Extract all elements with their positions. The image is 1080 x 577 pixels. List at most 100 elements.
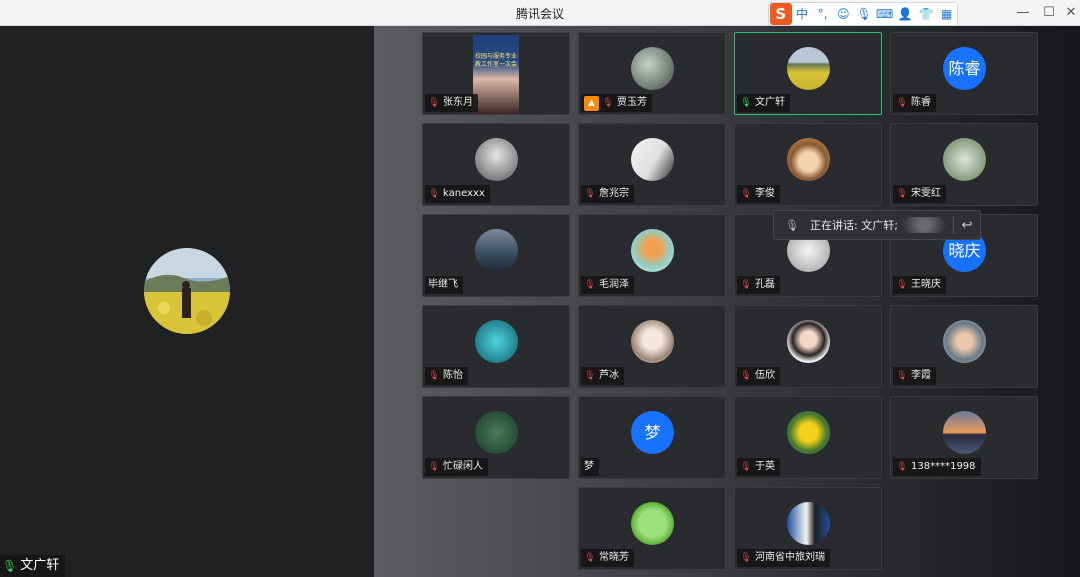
participant-name: 王晓庆 — [911, 279, 941, 290]
participant-avatar — [787, 411, 830, 454]
participant-tile[interactable]: 🎙 忙碌闲人 — [422, 396, 570, 479]
participant-name: 文广轩 — [755, 97, 785, 108]
participant-video: 校园与服务专业 教工作室一次会 — [473, 35, 519, 114]
mic-muted-icon: 🎙 — [428, 189, 440, 199]
participant-avatar — [943, 411, 986, 454]
participant-name-tag: 🎙 文广轩 — [737, 94, 790, 112]
participant-name: 芦冰 — [599, 370, 619, 381]
ime-toolbar: S 中 °, ☺ 🎙 ⌨ 👤 👕 ▦ — [768, 2, 958, 26]
participant-tile[interactable]: 🎙 詹兆宗 — [578, 123, 726, 206]
mic-muted-icon: 🎙 — [740, 280, 752, 290]
speaking-text: 正在讲话: 文广轩; — [810, 219, 898, 232]
participant-avatar — [475, 411, 518, 454]
speaking-tooltip: 🎙 正在讲话: 文广轩; ↩ — [773, 210, 981, 240]
participant-tile-active[interactable]: 🎙 文广轩 — [734, 32, 882, 115]
participant-tile[interactable]: 🎙 伍欣 — [734, 305, 882, 388]
participant-tile[interactable]: 🎙 138****1998 — [890, 396, 1038, 479]
participant-avatar — [475, 320, 518, 363]
maximize-icon[interactable]: ☐ — [1038, 3, 1060, 23]
punctuation-icon[interactable]: °, — [812, 4, 833, 24]
mic-muted-icon: 🎙 — [602, 98, 614, 108]
participant-name-tag: ▲ 🎙 贾玉芳 — [581, 94, 652, 112]
participant-name-tag: 梦 — [581, 458, 599, 476]
participant-avatar — [787, 47, 830, 90]
participant-tile[interactable]: 梦 梦 — [578, 396, 726, 479]
mic-muted-icon: 🎙 — [785, 218, 799, 232]
participant-name: 梦 — [584, 461, 594, 472]
mic-muted-icon: 🎙 — [584, 371, 596, 381]
participant-tile[interactable]: 🎙 kanexxx — [422, 123, 570, 206]
mic-muted-icon: 🎙 — [896, 280, 908, 290]
participant-name-tag: 🎙 詹兆宗 — [581, 185, 634, 203]
participant-name-tag: 🎙 于英 — [737, 458, 780, 476]
participant-avatar — [631, 502, 674, 545]
mic-on-icon: 🎙 — [740, 98, 752, 108]
participant-gallery: 校园与服务专业 教工作室一次会 🎙 张东月 ▲ 🎙 贾玉芳 🎙 文广轩 陈睿 🎙 陈睿 🎙… — [374, 26, 1080, 577]
participant-tile[interactable]: 🎙 芦冰 — [578, 305, 726, 388]
keyboard-icon[interactable]: ⌨ — [874, 4, 895, 24]
participant-tile[interactable]: ▲ 🎙 贾玉芳 — [578, 32, 726, 115]
speaker-name: 文广轩 — [20, 558, 60, 573]
participant-avatar — [631, 47, 674, 90]
participant-tile[interactable]: 🎙 毛润泽 — [578, 214, 726, 297]
participant-name: 138****1998 — [911, 461, 976, 472]
mic-on-icon: 🎙 — [2, 559, 18, 573]
participant-avatar — [475, 229, 518, 272]
emoji-icon[interactable]: ☺ — [833, 4, 854, 24]
participant-name: 宋雯红 — [911, 188, 941, 199]
participant-avatar — [631, 320, 674, 363]
participant-name: 李霞 — [911, 370, 931, 381]
participant-tile[interactable]: 🎙 于英 — [734, 396, 882, 479]
participant-tile[interactable]: 🎙 李霞 — [890, 305, 1038, 388]
participant-name: 伍欣 — [755, 370, 775, 381]
participant-tile[interactable]: 🎙 宋雯红 — [890, 123, 1038, 206]
mic-muted-icon: 🎙 — [584, 553, 596, 563]
skin-icon[interactable]: 👕 — [916, 4, 937, 24]
speaker-name-tag: 🎙 文广轩 — [0, 555, 66, 577]
participant-avatar — [787, 502, 830, 545]
participant-tile[interactable]: 毕继飞 — [422, 214, 570, 297]
participant-avatar: 陈睿 — [943, 47, 986, 90]
mic-muted-icon: 🎙 — [740, 371, 752, 381]
participant-name-tag: 🎙 忙碌闲人 — [425, 458, 488, 476]
close-icon[interactable]: ✕ — [1060, 3, 1080, 23]
participant-tile[interactable]: 陈睿 🎙 陈睿 — [890, 32, 1038, 115]
participant-tile[interactable]: 校园与服务专业 教工作室一次会 🎙 张东月 — [422, 32, 570, 115]
mic-muted-icon: 🎙 — [896, 371, 908, 381]
participant-name-tag: 🎙 王晓庆 — [893, 276, 946, 294]
participant-name: 毛润泽 — [599, 279, 629, 290]
participant-name-tag: 🎙 陈怡 — [425, 367, 468, 385]
participant-avatar — [787, 138, 830, 181]
speaker-avatar — [144, 248, 230, 334]
toolbox-icon[interactable]: ▦ — [936, 4, 957, 24]
participant-tile[interactable]: 🎙 河南省中旅刘瑞 — [734, 487, 882, 570]
voice-input-icon[interactable]: 🎙 — [854, 4, 875, 24]
user-icon[interactable]: 👤 — [895, 4, 916, 24]
video-caption: 校园与服务专业 教工作室一次会 — [474, 53, 517, 68]
participant-name-tag: 🎙 毛润泽 — [581, 276, 634, 294]
participant-name: 陈怡 — [443, 370, 463, 381]
participant-name: 陈睿 — [911, 97, 931, 108]
participant-avatar: 梦 — [631, 411, 674, 454]
participant-name-tag: 🎙 李俊 — [737, 185, 780, 203]
participant-name: 河南省中旅刘瑞 — [755, 552, 825, 563]
participant-name-tag: 🎙 138****1998 — [893, 458, 981, 476]
mic-muted-icon: 🎙 — [584, 189, 596, 199]
participant-tile[interactable]: 🎙 陈怡 — [422, 305, 570, 388]
speaker-avatars-blurred — [903, 217, 945, 233]
participant-tile[interactable]: 🎙 李俊 — [734, 123, 882, 206]
return-arrow-icon[interactable]: ↩ — [954, 218, 980, 233]
chinese-mode-icon[interactable]: 中 — [792, 4, 813, 24]
screen-share-icon: ▲ — [584, 95, 599, 111]
minimize-icon[interactable]: — — [1012, 3, 1034, 23]
participant-name-tag: 🎙 孔磊 — [737, 276, 780, 294]
participant-tile[interactable]: 🎙 常晓芳 — [578, 487, 726, 570]
mic-muted-icon: 🎙 — [428, 98, 440, 108]
participant-name-tag: 🎙 伍欣 — [737, 367, 780, 385]
participant-name-tag: 毕继飞 — [425, 276, 463, 294]
main-speaker-panel: 🎙 文广轩 — [0, 26, 374, 577]
participant-name-tag: 🎙 宋雯红 — [893, 185, 946, 203]
sogou-logo-icon[interactable]: S — [770, 3, 792, 25]
participant-name: 贾玉芳 — [617, 97, 647, 108]
mic-muted-icon: 🎙 — [740, 462, 752, 472]
